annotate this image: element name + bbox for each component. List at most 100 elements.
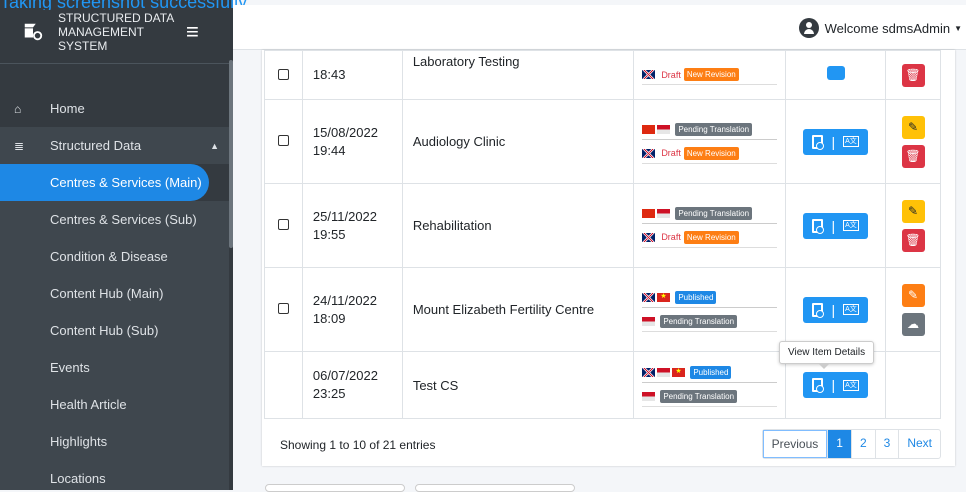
sidebar-item-locations[interactable]: Locations — [0, 460, 229, 490]
name-cell: Mount Elizabeth Fertility Centre — [401, 267, 635, 352]
edit-cell — [885, 351, 941, 419]
row-checkbox-cell — [264, 267, 303, 352]
row-checkbox-cell — [264, 50, 303, 100]
view-details-tooltip: View Item Details — [779, 341, 875, 369]
new-revision-badge: New Revision — [683, 146, 739, 160]
top-navbar: Welcome sdmsAdmin ▼ — [233, 5, 966, 50]
name-cell: Audiology Clinic — [401, 99, 635, 184]
sidebar-item-structured-data[interactable]: ≣ Structured Data ▲ — [0, 127, 229, 164]
edit-button[interactable]: ✎ — [901, 199, 925, 223]
row-name: Rehabilitation — [412, 218, 492, 233]
view-translate-button[interactable]: | A文 — [803, 212, 868, 239]
hamburger-menu-icon[interactable]: ≡ — [186, 19, 199, 45]
table-row: 18:43 Laboratory Testing Draft New Revisi… — [264, 50, 941, 100]
lang-status-line: Draft New Revision — [642, 144, 778, 164]
sidebar-item-content-hub-sub[interactable]: Content Hub (Sub) — [0, 312, 229, 349]
separator: | — [831, 301, 836, 318]
pending-badge: Pending Translation — [675, 122, 753, 136]
delete-button[interactable]: 🗑 — [901, 144, 925, 168]
row-checkbox-cell — [264, 351, 303, 419]
pagination-page-3[interactable]: 3 — [874, 430, 899, 458]
row-date: 06/07/2022 — [312, 368, 378, 383]
flag-id-icon — [642, 316, 656, 326]
bottom-button[interactable] — [415, 484, 575, 492]
row-time: 18:43 — [312, 67, 346, 82]
database-icon: ≣ — [14, 138, 25, 153]
pending-badge: Pending Translation — [675, 206, 753, 220]
data-table-card: 18:43 Laboratory Testing Draft New Revisi… — [262, 50, 955, 466]
sidebar-item-home[interactable]: ⌂ Home — [0, 90, 229, 127]
row-time: 18:09 — [312, 310, 346, 326]
draft-badge: Draft — [661, 148, 681, 158]
pending-badge: Pending Translation — [660, 314, 738, 328]
view-translate-button[interactable]: | A文 — [803, 296, 868, 323]
row-checkbox-cell — [264, 99, 303, 184]
view-translate-button[interactable]: | A文 — [803, 128, 868, 155]
date-cell: 24/11/2022 18:09 — [301, 267, 403, 352]
sidebar-item-events[interactable]: Events — [0, 349, 229, 386]
sidebar-item-content-hub-main[interactable]: Content Hub (Main) — [0, 275, 229, 312]
edit-button[interactable]: ✎ — [901, 283, 925, 307]
flag-id-icon — [657, 208, 671, 218]
published-badge: Published — [690, 366, 732, 379]
new-revision-badge: New Revision — [683, 68, 739, 81]
flag-uk-icon — [642, 368, 656, 377]
sidebar-scrollbar[interactable] — [229, 60, 233, 248]
delete-button[interactable]: 🗑 — [901, 63, 925, 87]
date-cell: 06/07/2022 23:25 — [301, 351, 403, 419]
user-menu[interactable]: Welcome sdmsAdmin ▼ — [798, 18, 962, 38]
view-translate-button[interactable]: | A文 — [803, 372, 868, 398]
row-checkbox[interactable] — [277, 303, 289, 314]
row-name: Mount Elizabeth Fertility Centre — [412, 302, 595, 317]
pagination-next[interactable]: Next — [898, 430, 940, 458]
row-checkbox[interactable] — [277, 135, 289, 146]
actions-cell: | A文 — [785, 183, 887, 268]
language-status-cell: Published Pending Translation — [633, 267, 787, 352]
sidebar-nav: ⌂ Home ≣ Structured Data ▲ Centres & Ser… — [0, 90, 229, 490]
lang-status-line: Pending Translation — [642, 204, 778, 224]
date-cell: 18:43 — [301, 50, 403, 100]
sidebar-item-label: Home — [50, 101, 85, 116]
row-checkbox[interactable] — [277, 68, 289, 80]
sidebar-item-health-article[interactable]: Health Article — [0, 386, 229, 423]
brand-logo-icon — [24, 23, 43, 40]
new-revision-badge: New Revision — [683, 230, 739, 244]
view-translate-button[interactable] — [826, 65, 845, 80]
view-details-icon — [812, 134, 825, 150]
sidebar-item-highlights[interactable]: Highlights — [0, 423, 229, 460]
brand-text: STRUCTURED DATA MANAGEMENT SYSTEM — [58, 11, 176, 53]
pagination-page-1[interactable]: 1 — [827, 430, 851, 458]
pagination-page-2[interactable]: 2 — [850, 430, 875, 458]
delete-button[interactable]: 🗑 — [901, 228, 925, 252]
sidebar-item-centres-sub[interactable]: Centres & Services (Sub) — [0, 201, 229, 238]
bottom-button[interactable] — [265, 484, 405, 492]
date-cell: 15/08/2022 19:44 — [301, 99, 403, 184]
row-checkbox[interactable] — [277, 219, 289, 230]
edit-button[interactable]: ✎ — [901, 115, 925, 139]
brand-line1: STRUCTURED DATA — [58, 10, 175, 25]
table-row: 24/11/2022 18:09 Mount Elizabeth Fertilit… — [264, 267, 941, 352]
user-avatar-icon — [798, 18, 819, 38]
sidebar-item-condition-disease[interactable]: Condition & Disease — [0, 238, 229, 275]
view-details-icon — [812, 218, 825, 234]
pagination: Previous 1 2 3 Next — [761, 429, 941, 459]
separator: | — [831, 377, 836, 393]
edit-cell: ✎ ☁ — [885, 267, 941, 352]
name-cell: Test CS — [401, 351, 635, 419]
language-status-cell: Pending Translation Draft New Revision — [633, 183, 787, 268]
edit-cell: ✎ 🗑 — [885, 183, 941, 268]
pagination-previous[interactable]: Previous — [762, 430, 828, 458]
restore-button[interactable]: ☁ — [901, 312, 925, 336]
name-cell: Rehabilitation — [401, 183, 635, 268]
sidebar-item-centres-main[interactable]: Centres & Services (Main) — [0, 164, 209, 201]
row-date: 25/11/2022 — [312, 208, 378, 224]
view-details-icon — [812, 378, 825, 393]
flag-uk-icon — [642, 70, 656, 79]
lang-status-line: Published — [642, 288, 778, 308]
name-cell: Laboratory Testing — [401, 50, 635, 100]
home-icon: ⌂ — [14, 101, 22, 116]
row-name: Audiology Clinic — [412, 134, 506, 149]
sidebar: STRUCTURED DATA MANAGEMENT SYSTEM ≡ ⌂ Ho… — [0, 0, 233, 490]
flag-id-icon — [657, 124, 671, 134]
row-name: Laboratory Testing — [412, 53, 520, 69]
